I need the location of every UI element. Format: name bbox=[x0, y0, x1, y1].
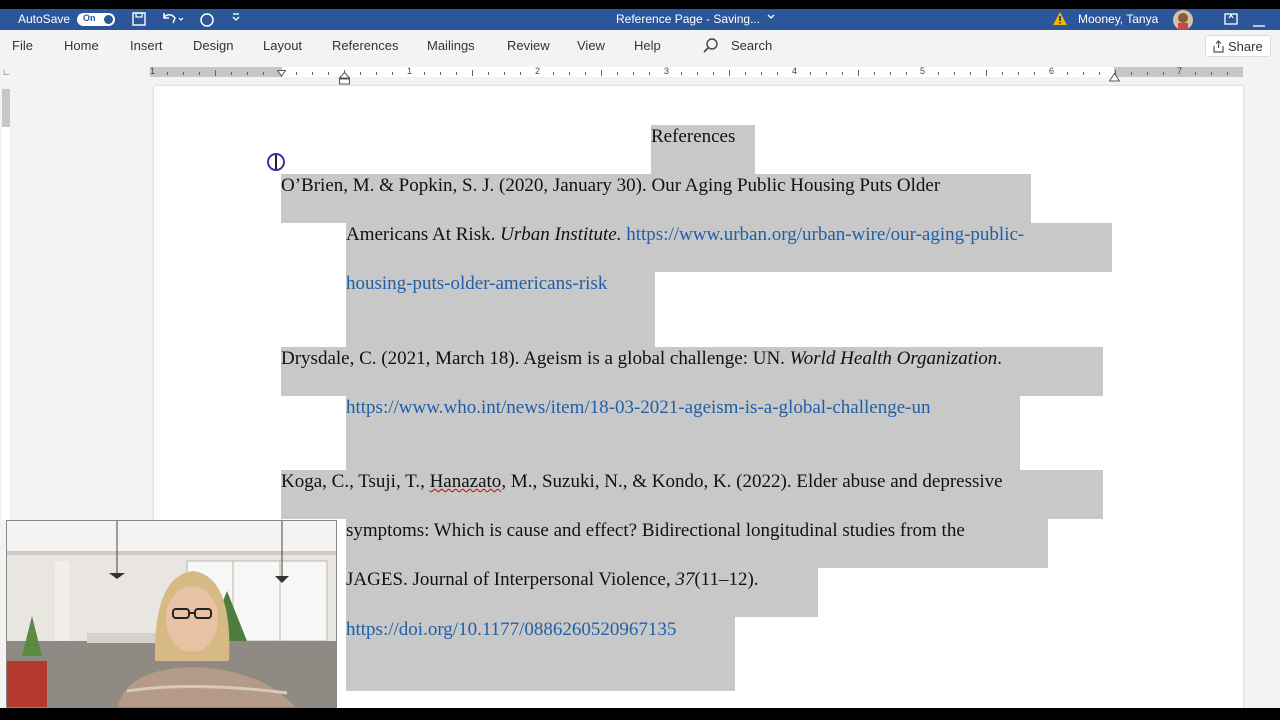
ref1-source: Urban Institute. bbox=[500, 224, 622, 245]
ref3-authors-b: , M., Suzuki, N., & Kondo, K. (2022). El… bbox=[501, 471, 1003, 492]
ref3-volume: , 37 bbox=[665, 569, 695, 590]
ref1-text: Americans At Risk. bbox=[346, 224, 501, 245]
webcam-video-icon bbox=[7, 521, 336, 707]
ref3-journal: JAGES. Journal of Interpersonal Violence bbox=[346, 569, 666, 590]
ref2-period: . bbox=[997, 348, 1003, 369]
ref3-misspelled-word[interactable]: Hanazato bbox=[430, 471, 502, 492]
ref3-issue: (11–12). bbox=[694, 569, 759, 590]
ref3-doi-link[interactable]: https://doi.org/10.1177/0886260520967135 bbox=[346, 619, 676, 641]
text-cursor-icon bbox=[275, 155, 277, 169]
ref3-line1: Koga, C., Tsuji, T., Hanazato, M., Suzuk… bbox=[281, 471, 1003, 493]
ref3-line3: JAGES. Journal of Interpersonal Violence… bbox=[346, 569, 759, 591]
ref1-link[interactable]: https://www.urban.org/urban-wire/our-agi… bbox=[626, 224, 1024, 245]
ref2-line1: Drysdale, C. (2021, March 18). Ageism is… bbox=[281, 348, 1002, 370]
ref3-line2: symptoms: Which is cause and effect? Bid… bbox=[346, 520, 965, 541]
video-frame-bottom bbox=[0, 708, 1280, 720]
ref1-link-cont[interactable]: housing-puts-older-americans-risk bbox=[346, 273, 607, 295]
webcam-overlay bbox=[6, 520, 337, 708]
ref1-line2: Americans At Risk. Urban Institute. http… bbox=[346, 224, 1024, 246]
ref3-authors-a: Koga, C., Tsuji, T., bbox=[281, 471, 430, 492]
ref2-link[interactable]: https://www.who.int/news/item/18-03-2021… bbox=[346, 397, 930, 419]
ref2-text: Drysdale, C. (2021, March 18). Ageism is… bbox=[281, 348, 790, 369]
ref2-source: World Health Organization bbox=[789, 348, 998, 369]
references-heading: References bbox=[651, 126, 736, 147]
ref1-line1: O’Brien, M. & Popkin, S. J. (2020, Janua… bbox=[281, 175, 941, 196]
